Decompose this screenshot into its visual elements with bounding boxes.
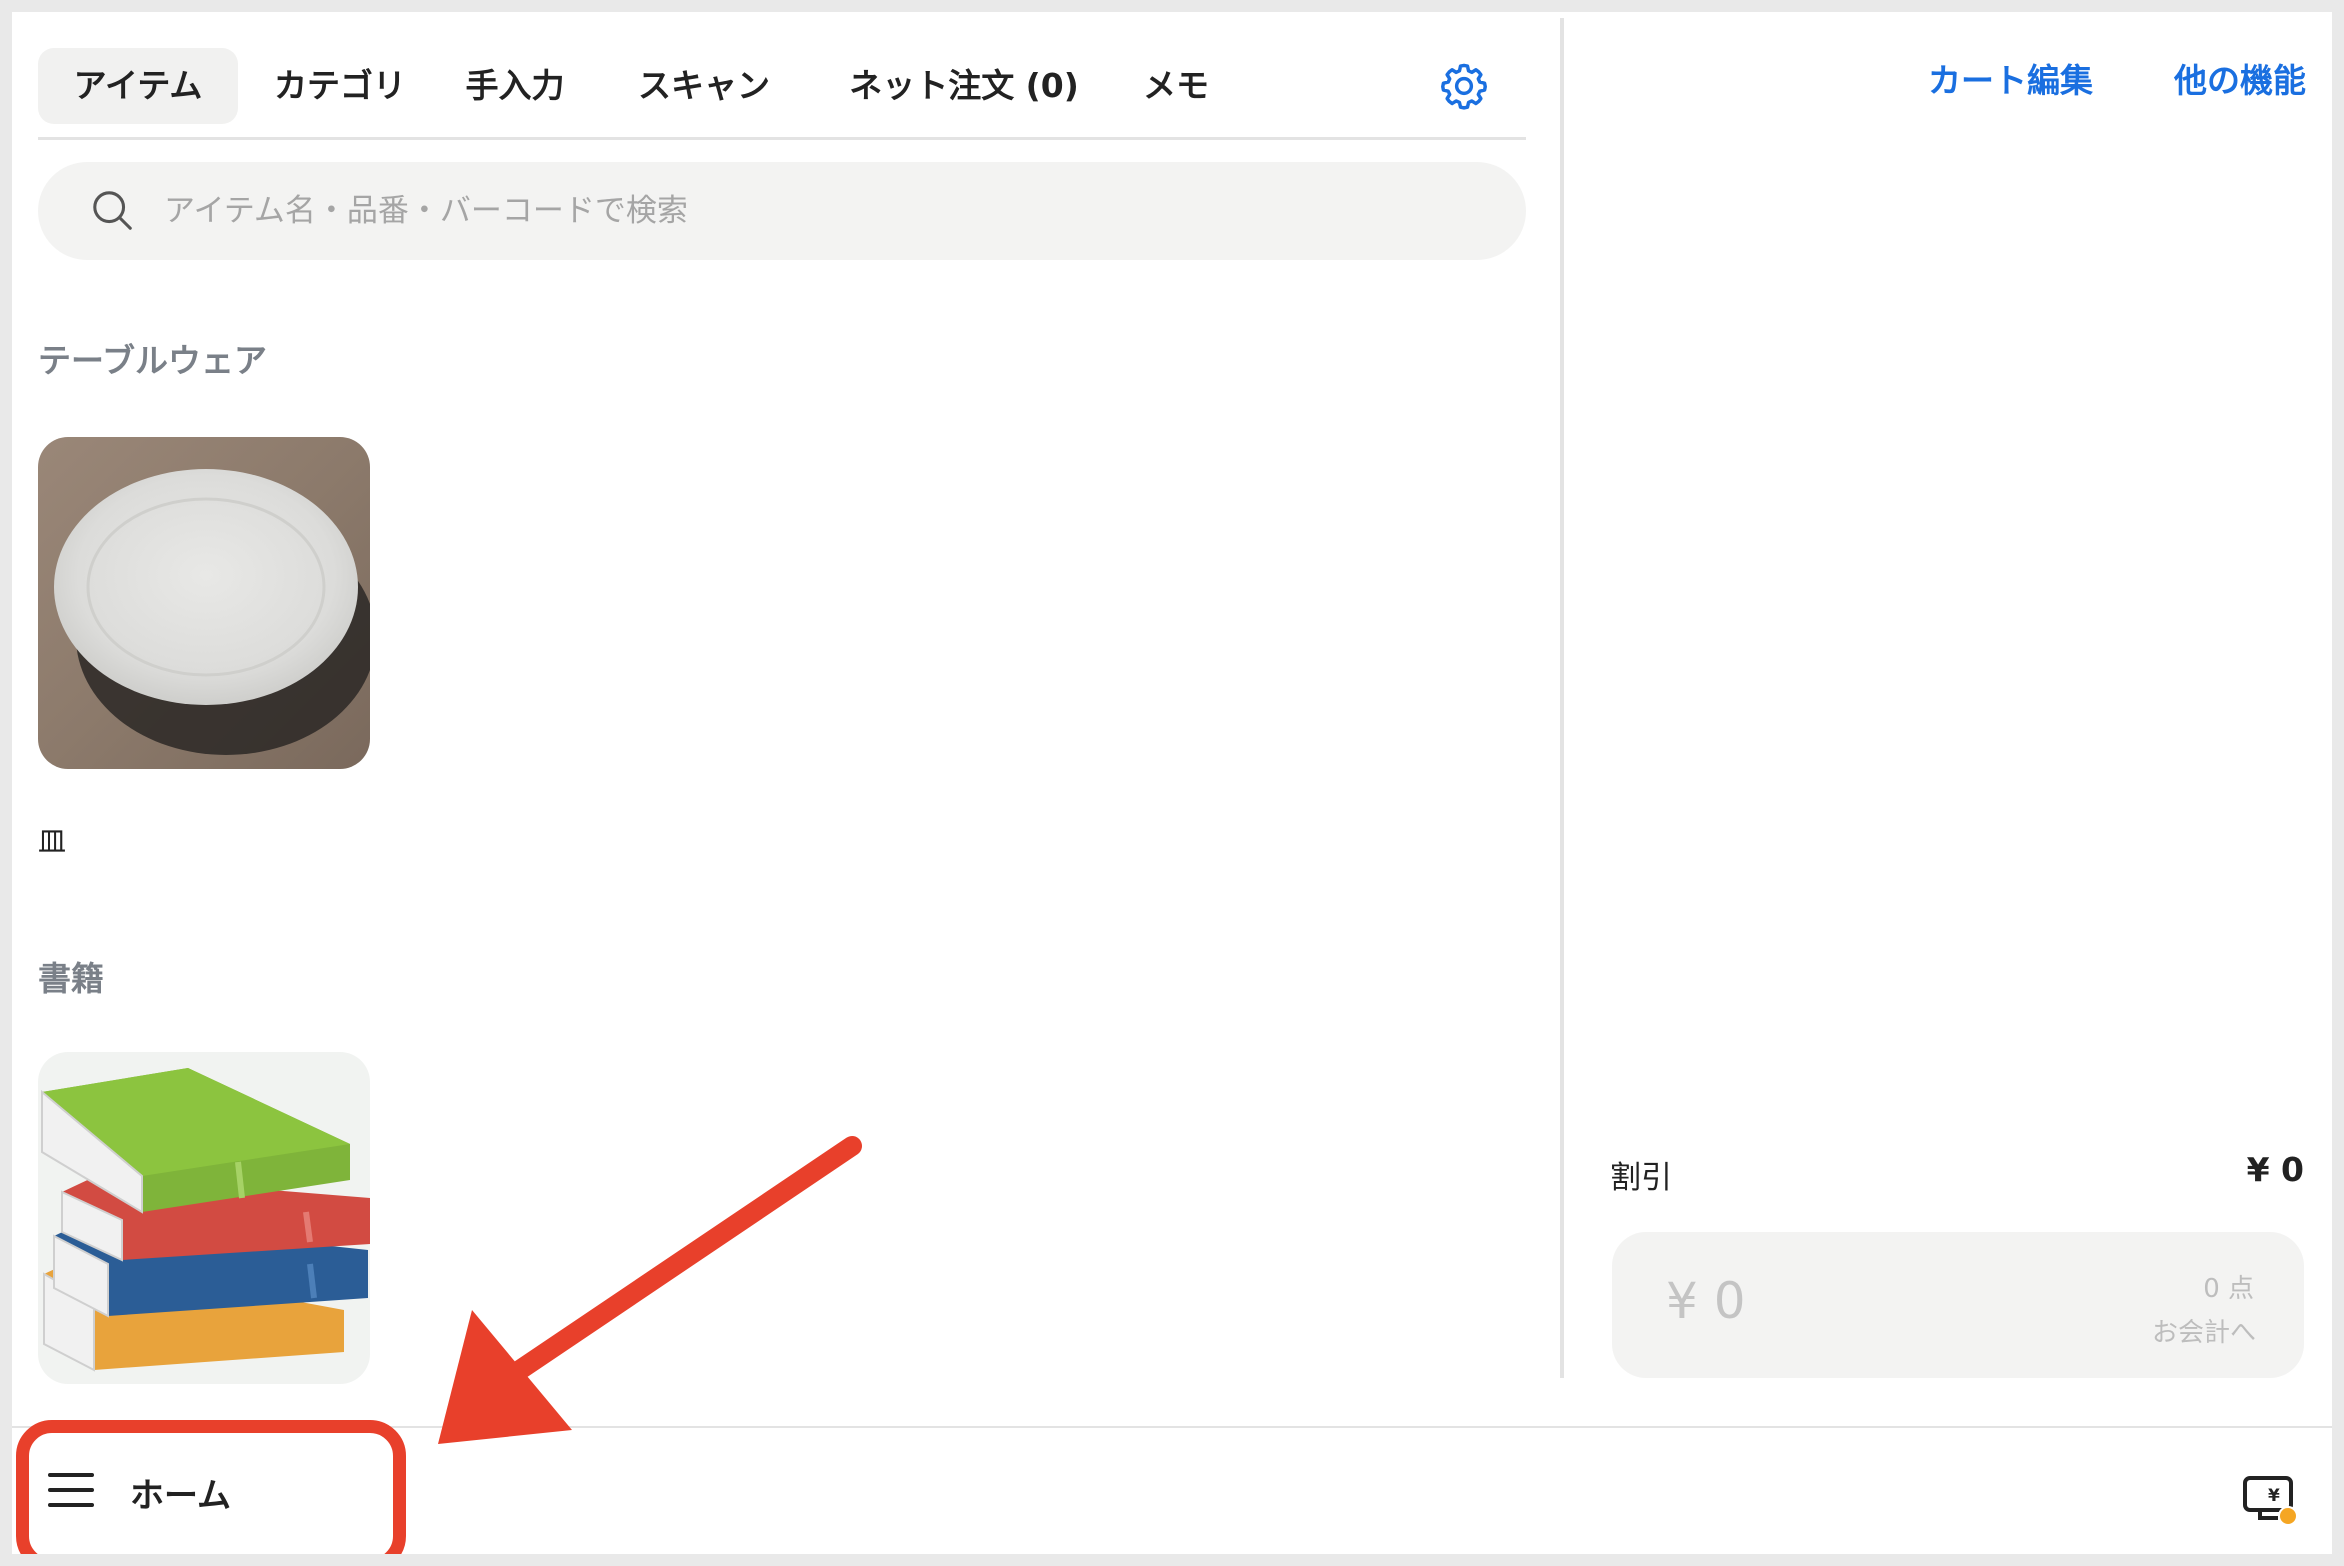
svg-text:¥: ¥ (2268, 1486, 2280, 1506)
item-name-plate[interactable]: 皿 (38, 820, 66, 860)
discount-value: ¥ 0 (2246, 1150, 2304, 1189)
plate-illustration (38, 437, 370, 769)
cart-edit-link[interactable]: カート編集 (1928, 54, 2093, 102)
section-title-tableware: テーブルウェア (38, 341, 268, 380)
register-icon[interactable]: ¥ (2242, 1474, 2300, 1526)
pane-divider (1560, 18, 1564, 1378)
annotation-arrow-icon (438, 1136, 862, 1444)
tab-online-orders[interactable]: ネット注文 (0) (834, 48, 1094, 124)
more-features-link[interactable]: 他の機能 (2174, 54, 2306, 102)
plate-image[interactable] (38, 437, 370, 769)
search-input[interactable] (164, 162, 1484, 260)
tab-memo[interactable]: メモ (1126, 48, 1226, 124)
checkout-total: ¥ 0 (1666, 1272, 1746, 1330)
app-window: アイテム カテゴリ 手入力 スキャン ネット注文 (0) メモ テーブルウェア (12, 12, 2332, 1554)
checkout-label: お会計へ (2151, 1318, 2256, 1348)
discount-label[interactable]: 割引 (1610, 1152, 1672, 1197)
books-image[interactable] (38, 1052, 370, 1384)
tab-bar: アイテム カテゴリ 手入力 スキャン ネット注文 (0) メモ (38, 34, 1526, 140)
checkout-button[interactable]: ¥ 0 0 点 お会計へ (1612, 1232, 2304, 1378)
tab-category[interactable]: カテゴリ (260, 48, 420, 124)
tab-scan[interactable]: スキャン (624, 48, 784, 124)
books-illustration (41, 1068, 370, 1372)
checkout-item-count: 0 点 (2203, 1274, 2254, 1304)
search-bar[interactable] (38, 162, 1526, 260)
search-icon (93, 191, 132, 230)
tab-manual-entry[interactable]: 手入力 (450, 48, 580, 124)
section-title-books: 書籍 (38, 959, 104, 998)
gear-icon[interactable] (1438, 60, 1490, 112)
tab-items[interactable]: アイテム (38, 48, 238, 124)
annotation-highlight-box (16, 1420, 406, 1554)
